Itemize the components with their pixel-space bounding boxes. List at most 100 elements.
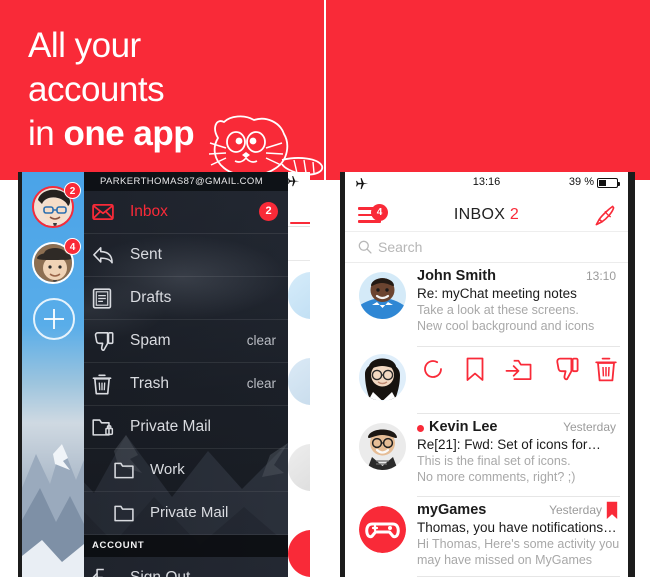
avatar-john-smith (359, 272, 406, 319)
drawer-item-label: Spam (130, 332, 171, 349)
document-icon (92, 288, 112, 309)
left-phone-mockup: PARKERTHOMAS87@GMAIL.COM Inbox 2 Sent Dr… (18, 172, 310, 577)
trash-icon (92, 374, 112, 395)
drawer-item-spam[interactable]: Spam clear (84, 320, 288, 363)
delete-trash-icon[interactable] (595, 357, 617, 382)
folder-icon (114, 462, 134, 479)
compose-pen-icon[interactable] (593, 204, 616, 227)
headline-left-line3-bold: one app (63, 114, 195, 153)
screenshot-root: All your accounts in one app Sim (0, 0, 650, 577)
message-subject: Thomas, you have notifications… (417, 520, 617, 535)
bookmark-icon[interactable] (465, 357, 485, 382)
add-account-button[interactable] (33, 298, 75, 340)
drawer-item-sent[interactable]: Sent (84, 234, 288, 277)
right-phone-screen: 13:16 39 % 4 INBOX 2 Search John Smith 1… (345, 172, 628, 577)
search-placeholder: Search (378, 239, 423, 255)
cat-doodle-icon (208, 115, 324, 177)
reply-arrow-icon (93, 246, 113, 264)
airplane-mode-icon (288, 175, 300, 187)
drawer-item-trash[interactable]: Trash clear (84, 363, 288, 406)
message-preview-line2: No more comments, right? ;) (417, 470, 576, 484)
battery-icon (597, 178, 620, 188)
locked-folder-icon (92, 419, 114, 436)
message-preview-line1: Hi Thomas, Here's some activity you (417, 537, 620, 551)
promo-banner: All your accounts in one app Sim (0, 0, 650, 180)
drawer-item-label: Work (150, 461, 185, 478)
promo-banner-left: All your accounts in one app (0, 0, 325, 180)
inbox-unread-badge: 2 (259, 202, 278, 221)
avatar (359, 272, 406, 319)
avatar (288, 444, 310, 491)
sender-name: Kevin Lee (429, 419, 498, 435)
row-action-buttons (417, 347, 622, 393)
message-preview-line2: may have missed on MyGames (417, 553, 593, 567)
avatar (288, 272, 310, 319)
headline-left-line3-plain: in (28, 114, 64, 153)
drawer-item-drafts[interactable]: Drafts (84, 277, 288, 320)
drawer-item-private-mail[interactable]: Private Mail (84, 406, 288, 449)
drawer-item-private-mail-sub[interactable]: Private Mail (84, 492, 288, 535)
avatar-woman-glasses (359, 354, 406, 401)
avatar (288, 530, 310, 577)
drawer-item-label: Sign Out (130, 569, 190, 577)
page-title: INBOX 2 (345, 206, 628, 224)
message-preview-line2: New cool background and icons (417, 319, 595, 333)
drawer-item-label: Trash (130, 375, 170, 392)
message-preview-line1: Take a look at these screens. (417, 303, 579, 317)
drawer-item-label: Private Mail (130, 418, 211, 435)
avatar (359, 354, 406, 401)
avatar (359, 423, 406, 470)
clear-spam-action[interactable]: clear (247, 333, 276, 348)
table-row[interactable]: John Smith 13:10 Re: myChat meeting note… (345, 263, 628, 346)
unread-dot (417, 425, 424, 432)
drawer-item-label: Private Mail (150, 504, 229, 521)
headline-left-line2: accounts (28, 70, 165, 109)
headline-left: All your accounts in one app (28, 24, 195, 156)
headline-left-line1: All your (28, 26, 141, 65)
promo-banner-right: Simple, streamlined interface (325, 0, 650, 180)
message-subject: Re[21]: Fwd: Set of icons for… (417, 437, 601, 452)
battery-percent: 39 % (568, 176, 594, 188)
inbox-navbar: 4 INBOX 2 (345, 193, 628, 232)
sign-out-icon (92, 568, 104, 577)
drawer-item-inbox[interactable]: Inbox 2 (84, 191, 288, 234)
spam-thumbs-down-icon[interactable] (553, 357, 579, 381)
avatar (359, 506, 406, 553)
drawer-item-label: Inbox (130, 203, 168, 220)
account-avatar-1-badge: 2 (64, 182, 81, 199)
search-icon (358, 240, 372, 254)
avatar-mygames-gamepad (359, 506, 406, 553)
drawer-item-sign-out[interactable]: Sign Out (84, 557, 288, 577)
move-to-folder-icon[interactable] (505, 357, 532, 381)
account-avatar-2-badge: 4 (64, 238, 81, 255)
sender-name: myGames (417, 502, 487, 518)
message-time: 13:10 (585, 269, 616, 283)
avatar (288, 358, 310, 405)
thumbs-down-icon (94, 332, 114, 351)
left-phone-drawer: PARKERTHOMAS87@GMAIL.COM Inbox 2 Sent Dr… (22, 172, 288, 577)
flag-bookmark-icon[interactable] (606, 501, 618, 520)
message-subject: Re: myChat meeting notes (417, 286, 577, 301)
headline-left-line3: in one app (28, 112, 195, 156)
message-preview-line1: This is the final set of icons. (417, 454, 571, 468)
search-bar[interactable]: Search (345, 232, 628, 263)
drawer-item-label: Drafts (130, 289, 172, 306)
table-row-actions[interactable] (345, 347, 628, 413)
drawer-item-work[interactable]: Work (84, 449, 288, 492)
message-time: Yesterday (563, 420, 616, 434)
mark-unread-icon[interactable] (421, 357, 445, 381)
clear-trash-action[interactable]: clear (247, 376, 276, 391)
rail-mountain-artwork (22, 444, 84, 577)
drawer-section-account: ACCOUNT (84, 535, 288, 557)
table-row[interactable]: myGames Yesterday Thomas, you have notif… (345, 497, 628, 577)
avatar-kevin-lee (359, 423, 406, 470)
page-title-count: 2 (509, 206, 520, 223)
envelope-icon (92, 203, 114, 221)
table-row[interactable]: Kevin Lee Yesterday Re[21]: Fwd: Set of … (345, 414, 628, 496)
folder-icon (114, 505, 134, 522)
message-time: Yesterday (549, 503, 602, 517)
page-title-text: INBOX (453, 206, 506, 223)
sender-name: John Smith (417, 268, 496, 284)
right-phone-mockup: 13:16 39 % 4 INBOX 2 Search John Smith 1… (340, 172, 635, 577)
banner-divider (324, 0, 326, 180)
